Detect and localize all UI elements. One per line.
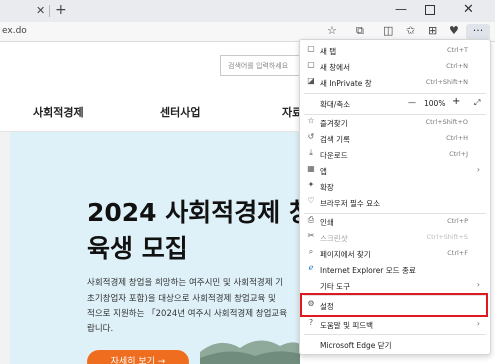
menu-label: 검색 기록 — [320, 135, 350, 144]
new-tab-button[interactable]: + — [55, 2, 67, 18]
menu-label: 새 탭 — [320, 47, 337, 56]
new-window-icon: ▢ — [307, 60, 315, 69]
menu-shortcut: Ctrl+P — [447, 217, 468, 225]
minimize-button[interactable]: — — [395, 2, 407, 16]
favorite-star-icon[interactable]: ☆ — [327, 24, 337, 37]
menu-shortcut: Ctrl+T — [447, 46, 468, 54]
hero-body-line: 사회적경제 창업을 희망하는 여주시민 및 사회적경제 기 — [87, 278, 284, 288]
zoom-in-button[interactable]: + — [452, 96, 460, 107]
menu-browser-essentials[interactable]: ♡ 브라우저 필수 요소 — [300, 195, 490, 211]
menu-print[interactable]: ⎙ 인쇄 Ctrl+P — [300, 214, 490, 230]
address-bar[interactable]: ex.do — [2, 26, 27, 36]
new-tab-icon: ▢ — [307, 44, 315, 53]
tab-bar: ✕ + — ✕ — [0, 0, 495, 22]
favorites-icon: ☆ — [307, 116, 315, 125]
menu-history[interactable]: ↺ 검색 기록 Ctrl+H — [300, 131, 490, 147]
tab-separator — [49, 5, 50, 17]
collections-icon[interactable]: ⊞ — [428, 24, 437, 37]
edge-settings-menu: ▢ 새 탭 Ctrl+T ▢ 새 창에서 Ctrl+N ◪ 새 InPrivat… — [299, 39, 491, 355]
menu-label: 도움말 및 피드백 — [320, 321, 374, 330]
menu-shortcut: Ctrl+N — [446, 62, 468, 70]
apps-icon: ▦ — [307, 164, 315, 173]
find-icon: ⌕ — [308, 247, 314, 256]
menu-label: Microsoft Edge 닫기 — [320, 341, 392, 350]
menu-label: 페이지에서 찾기 — [320, 250, 371, 259]
menu-label: Internet Explorer 모드 종료 — [320, 266, 416, 275]
window-close-button[interactable]: ✕ — [463, 2, 474, 17]
menu-close-edge[interactable]: Microsoft Edge 닫기 — [300, 337, 490, 353]
ie-mode-icon: ℯ — [308, 263, 314, 272]
menu-separator — [304, 93, 486, 94]
menu-shortcut: Ctrl+F — [447, 249, 468, 257]
menu-more-tools[interactable]: 기타 도구 › — [300, 278, 490, 294]
split-view-icon[interactable]: ◫ — [383, 24, 393, 37]
hero-body-line: 초기창업자 포함)을 대상으로 사회적경제 창업교육 및 — [87, 294, 276, 304]
menu-shortcut: Ctrl+H — [446, 134, 468, 142]
menu-new-inprivate[interactable]: ◪ 새 InPrivate 창 Ctrl+Shift+N — [300, 75, 490, 91]
menu-separator — [304, 334, 486, 335]
menu-shortcut: Ctrl+Shift+S — [426, 233, 468, 241]
menu-label: 즐겨찾기 — [320, 119, 348, 128]
inprivate-icon: ◪ — [307, 76, 315, 85]
menu-new-tab[interactable]: ▢ 새 탭 Ctrl+T — [300, 43, 490, 59]
extensions-toolbar-icon[interactable]: ♥ — [449, 24, 459, 37]
menu-label: 확장 — [320, 183, 334, 192]
print-icon: ⎙ — [307, 215, 315, 224]
screenshot-icon: ✂ — [307, 231, 315, 240]
menu-extensions[interactable]: ✦ 확장 — [300, 179, 490, 195]
menu-shortcut: Ctrl+J — [449, 150, 468, 158]
menu-favorites[interactable]: ☆ 즐겨찾기 Ctrl+Shift+O — [300, 115, 490, 131]
zoom-level: 100% — [424, 99, 446, 108]
menu-label: 브라우저 필수 요소 — [320, 199, 380, 208]
favorites-bar-icon[interactable]: ✩ — [406, 24, 415, 37]
hills-illustration — [200, 340, 300, 364]
chevron-right-icon: › — [476, 165, 480, 174]
downloads-icon: ⤓ — [309, 148, 313, 157]
split-screen-icon[interactable]: ⧉ — [356, 24, 364, 38]
chevron-right-icon: › — [476, 280, 480, 289]
chevron-right-icon: › — [476, 319, 480, 328]
hero-body-line: 적으로 지원하는 「2024년 여주시 사회적경제 창업교육 — [87, 309, 288, 319]
menu-new-window[interactable]: ▢ 새 창에서 Ctrl+N — [300, 59, 490, 75]
hero-title-line1: 2024 사회적경제 창 — [87, 198, 312, 227]
menu-help-feedback[interactable]: ? 도움말 및 피드백 › — [300, 317, 490, 333]
hero-detail-button[interactable]: 자세히 보기 → — [87, 350, 189, 364]
hero-body-line: 랍니다. — [87, 324, 114, 334]
menu-label: 새 InPrivate 창 — [320, 79, 372, 88]
browser-essentials-icon: ♡ — [307, 196, 315, 205]
site-search-input[interactable]: 검색어를 입력하세요 — [220, 55, 300, 76]
menu-find-on-page[interactable]: ⌕ 페이지에서 찾기 Ctrl+F — [300, 246, 490, 262]
menu-zoom: 확대/축소 — 100% + ⤢ — [300, 96, 490, 112]
menu-screenshot: ✂ 스크린샷 Ctrl+Shift+S — [300, 230, 490, 246]
menu-shortcut: Ctrl+Shift+O — [425, 118, 468, 126]
maximize-button[interactable] — [425, 5, 435, 15]
settings-highlight-box — [300, 293, 488, 317]
fullscreen-icon[interactable]: ⤢ — [474, 98, 480, 108]
menu-label: 인쇄 — [320, 218, 334, 227]
nav-social-economy[interactable]: 사회적경제 — [33, 104, 84, 120]
menu-label: 다운로드 — [320, 151, 348, 160]
zoom-label: 확대/축소 — [320, 100, 351, 109]
menu-apps[interactable]: ▦ 앱 › — [300, 163, 490, 179]
menu-ie-mode[interactable]: ℯ Internet Explorer 모드 종료 — [300, 262, 490, 278]
zoom-out-button[interactable]: — — [408, 98, 416, 107]
help-icon: ? — [308, 318, 314, 327]
menu-label: 기타 도구 — [320, 282, 350, 291]
settings-and-more-button[interactable]: ··· — [466, 24, 490, 40]
hero-title-line2: 육생 모집 — [87, 234, 188, 263]
menu-downloads[interactable]: ⤓ 다운로드 Ctrl+J — [300, 147, 490, 163]
menu-shortcut: Ctrl+Shift+N — [425, 78, 468, 86]
nav-center-business[interactable]: 센터사업 — [160, 104, 200, 120]
tab-close-icon[interactable]: ✕ — [36, 4, 45, 17]
menu-label: 새 창에서 — [320, 63, 350, 72]
left-strip — [0, 132, 10, 364]
history-icon: ↺ — [307, 132, 315, 141]
menu-label: 앱 — [320, 167, 327, 176]
menu-label: 스크린샷 — [320, 234, 348, 243]
extensions-icon: ✦ — [307, 180, 315, 189]
